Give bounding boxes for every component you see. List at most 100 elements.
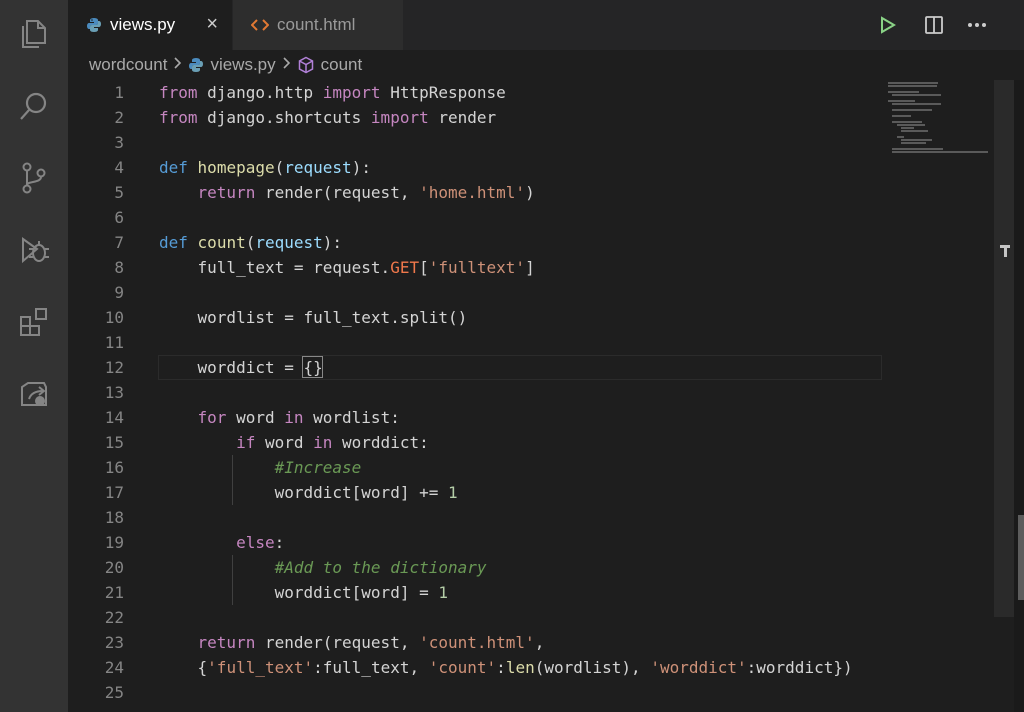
line-number: 15 <box>104 433 124 452</box>
line-number: 2 <box>114 108 124 127</box>
code-line[interactable]: 18 <box>68 505 882 530</box>
minimap-line <box>888 82 939 84</box>
line-number: 1 <box>114 83 124 102</box>
code-text[interactable]: else: <box>159 530 284 555</box>
code-line[interactable]: 14 for word in wordlist: <box>68 405 882 430</box>
indent-guide <box>232 555 234 605</box>
scrollbar-thumb[interactable] <box>1018 515 1024 600</box>
code-line[interactable]: 12 worddict = {} <box>68 355 882 380</box>
code-text[interactable]: full_text = request.GET['fulltext'] <box>159 255 535 280</box>
line-number: 6 <box>114 208 124 227</box>
code-line[interactable]: 13 <box>68 380 882 405</box>
source-control-icon[interactable] <box>14 158 54 198</box>
code-text[interactable]: worddict[word] = 1 <box>159 580 448 605</box>
code-line[interactable]: 15 if word in worddict: <box>68 430 882 455</box>
line-number: 24 <box>104 658 124 677</box>
tab-label: count.html <box>277 15 356 34</box>
more-actions-icon[interactable] <box>964 12 990 38</box>
line-number: 19 <box>104 533 124 552</box>
line-number: 18 <box>104 508 124 527</box>
code-line[interactable]: 11 <box>68 330 882 355</box>
code-line[interactable]: 22 <box>68 605 882 630</box>
code-line[interactable]: 25 <box>68 680 882 705</box>
code-line[interactable]: 21 worddict[word] = 1 <box>68 580 882 605</box>
code-line[interactable]: 19 else: <box>68 530 882 555</box>
code-line[interactable]: 1 from django.http import HttpResponse <box>68 80 882 105</box>
code-text[interactable]: worddict = {} <box>159 355 323 380</box>
line-number: 10 <box>104 308 124 327</box>
minimap-line <box>896 136 904 138</box>
minimap-line <box>892 121 922 123</box>
code-text[interactable]: return render(request, 'home.html') <box>159 180 535 205</box>
code-line[interactable]: 6 <box>68 205 882 230</box>
line-number: 7 <box>114 233 124 252</box>
minimap-line <box>901 130 928 132</box>
debug-icon[interactable] <box>14 230 54 270</box>
line-number: 21 <box>104 583 124 602</box>
search-icon[interactable] <box>14 86 54 126</box>
code-text[interactable]: worddict[word] += 1 <box>159 480 458 505</box>
code-line[interactable]: 17 worddict[word] += 1 <box>68 480 882 505</box>
code-line[interactable]: 8 full_text = request.GET['fulltext'] <box>68 255 882 280</box>
line-number: 14 <box>104 408 124 427</box>
minimap[interactable] <box>882 80 994 712</box>
code-line[interactable]: 16 #Increase <box>68 455 882 480</box>
code-line[interactable]: 3 <box>68 130 882 155</box>
code-text[interactable]: def count(request): <box>159 230 342 255</box>
line-number: 12 <box>104 358 124 377</box>
code-line[interactable]: 23 return render(request, 'count.html', <box>68 630 882 655</box>
code-line[interactable]: 2 from django.shortcuts import render <box>68 105 882 130</box>
minimap-line <box>892 94 942 96</box>
code-line[interactable]: 4 def homepage(request): <box>68 155 882 180</box>
split-editor-icon[interactable] <box>921 12 947 38</box>
line-number: 3 <box>114 133 124 152</box>
line-number: 5 <box>114 183 124 202</box>
line-number: 13 <box>104 383 124 402</box>
code-line[interactable]: 10 wordlist = full_text.split() <box>68 305 882 330</box>
code-text[interactable]: return render(request, 'count.html', <box>159 630 545 655</box>
tab-count-html[interactable]: count.html <box>233 0 403 50</box>
code-text[interactable]: #Add to the dictionary <box>159 555 487 580</box>
tab-views-py[interactable]: views.py × <box>68 0 232 50</box>
activity-bar <box>0 0 68 712</box>
code-text[interactable]: wordlist = full_text.split() <box>159 305 468 330</box>
line-number: 16 <box>104 458 124 477</box>
minimap-line <box>901 142 927 144</box>
code-line[interactable]: 20 #Add to the dictionary <box>68 555 882 580</box>
remote-icon[interactable] <box>14 374 54 414</box>
editor-scrollbar[interactable] <box>994 80 1014 617</box>
minimap-line <box>892 103 942 105</box>
minimap-line <box>892 151 988 153</box>
breadcrumb-folder[interactable]: wordcount <box>89 55 167 75</box>
code-text[interactable]: if word in worddict: <box>159 430 429 455</box>
minimap-line <box>896 124 925 126</box>
line-number: 22 <box>104 608 124 627</box>
code-text[interactable]: def homepage(request): <box>159 155 371 180</box>
code-line[interactable]: 9 <box>68 280 882 305</box>
minimap-line <box>892 109 932 111</box>
indent-guide <box>232 455 234 505</box>
html-icon <box>251 18 269 32</box>
scroll-marker <box>1004 245 1007 257</box>
code-text[interactable]: #Increase <box>159 455 362 480</box>
code-line[interactable]: 24 {'full_text':full_text, 'count':len(w… <box>68 655 882 680</box>
extensions-icon[interactable] <box>14 302 54 342</box>
close-icon[interactable]: × <box>206 13 218 36</box>
minimap-line <box>888 91 919 93</box>
minimap-line <box>901 139 932 141</box>
line-number: 17 <box>104 483 124 502</box>
code-text[interactable]: for word in wordlist: <box>159 405 400 430</box>
minimap-line <box>892 148 943 150</box>
line-number: 11 <box>104 333 124 352</box>
code-line[interactable]: 5 return render(request, 'home.html') <box>68 180 882 205</box>
code-editor[interactable]: 1 from django.http import HttpResponse 2 fr… <box>68 80 882 712</box>
run-icon[interactable] <box>875 12 901 38</box>
explorer-icon[interactable] <box>14 14 54 54</box>
code-text[interactable]: from django.shortcuts import render <box>159 105 496 130</box>
code-text[interactable]: from django.http import HttpResponse <box>159 80 506 105</box>
breadcrumb-file[interactable]: views.py <box>210 55 275 75</box>
code-text[interactable]: {'full_text':full_text, 'count':len(word… <box>159 655 853 680</box>
breadcrumb-symbol[interactable]: count <box>321 55 363 75</box>
line-number: 20 <box>104 558 124 577</box>
code-line[interactable]: 7 def count(request): <box>68 230 882 255</box>
